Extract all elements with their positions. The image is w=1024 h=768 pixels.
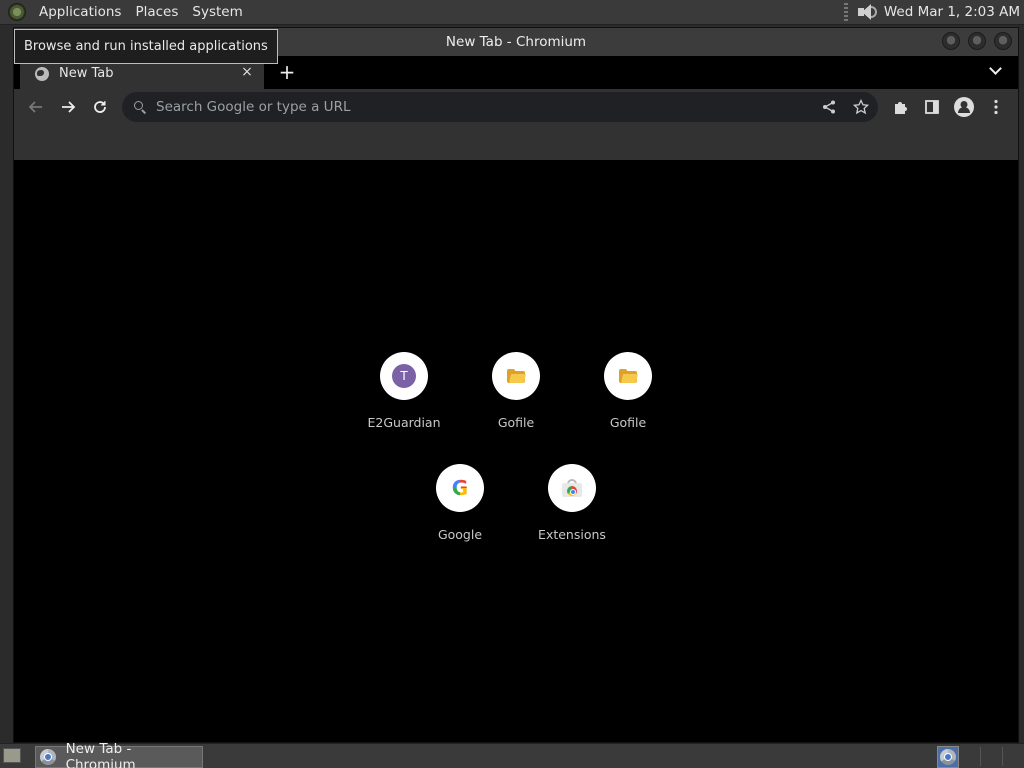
volume-icon[interactable] <box>856 3 877 21</box>
shortcut-icon-circle: T <box>380 352 428 400</box>
workspace-divider <box>1002 747 1003 766</box>
shortcut-tile[interactable]: T E2Guardian <box>356 352 452 452</box>
applications-menu-icon[interactable] <box>8 3 26 21</box>
panel-tray: Wed Mar 1, 2:03 AM <box>843 0 1024 25</box>
shortcut-tile[interactable]: G Google <box>412 464 508 564</box>
shortcut-tile[interactable]: Extensions <box>524 464 620 564</box>
chromium-icon <box>940 749 956 765</box>
forward-arrow-icon <box>62 101 76 113</box>
panel-handle-icon[interactable] <box>843 3 848 21</box>
shortcut-tile[interactable]: Gofile <box>580 352 676 452</box>
search-icon <box>134 101 146 113</box>
shortcut-icon-circle <box>548 464 596 512</box>
shortcut-label: Gofile <box>497 415 535 430</box>
folder-icon <box>507 369 526 383</box>
folder-icon <box>619 369 638 383</box>
top-panel: Applications Places System Wed Mar 1, 2:… <box>0 0 1024 25</box>
profile-avatar-icon[interactable] <box>953 96 975 118</box>
menu-kebab-icon[interactable] <box>985 96 1007 118</box>
show-desktop-icon[interactable] <box>3 748 21 763</box>
minimize-button[interactable] <box>942 32 960 50</box>
close-tab-icon[interactable]: × <box>238 63 256 81</box>
forward-button[interactable] <box>56 95 80 119</box>
bookmark-star-icon[interactable] <box>850 96 872 118</box>
tab-label: New Tab <box>59 66 114 81</box>
new-tab-button[interactable]: + <box>276 61 298 83</box>
globe-icon <box>35 66 49 81</box>
bottom-panel: New Tab - Chromium <box>0 741 1024 768</box>
extensions-puzzle-icon[interactable] <box>889 96 911 118</box>
chrome-web-store-icon <box>562 479 582 497</box>
reload-button[interactable] <box>88 95 112 119</box>
toolbar: Search Google or type a URL <box>14 89 1018 125</box>
new-tab-page: T E2Guardian Gofile Gofile G Google Exte… <box>14 160 1018 742</box>
shortcut-tile[interactable]: Gofile <box>468 352 564 452</box>
shortcut-label: Gofile <box>609 415 647 430</box>
shortcut-icon-circle <box>604 352 652 400</box>
close-window-button[interactable] <box>994 32 1012 50</box>
shortcut-label: Extensions <box>538 527 606 542</box>
taskbar-window-label: New Tab - Chromium <box>65 741 136 768</box>
shortcut-label: E2Guardian <box>367 415 441 430</box>
menu-system[interactable]: System <box>185 0 249 25</box>
address-placeholder: Search Google or type a URL <box>156 99 351 115</box>
shortcut-icon-circle <box>492 352 540 400</box>
omnibox-actions <box>818 96 872 118</box>
share-icon[interactable] <box>818 96 840 118</box>
maximize-button[interactable] <box>968 32 986 50</box>
clock[interactable]: Wed Mar 1, 2:03 AM <box>884 4 1024 20</box>
letter-icon: T <box>392 364 416 388</box>
google-icon: G <box>451 476 469 500</box>
reload-icon <box>94 101 106 113</box>
side-panel-icon[interactable] <box>921 96 943 118</box>
back-arrow-icon <box>28 101 42 113</box>
bookmarks-bar <box>14 125 1018 161</box>
shortcut-label: Google <box>437 527 483 542</box>
chromium-icon <box>40 749 56 765</box>
shortcut-icon-circle: G <box>436 464 484 512</box>
back-button[interactable] <box>24 95 48 119</box>
menu-places[interactable]: Places <box>128 0 185 25</box>
menu-applications[interactable]: Applications <box>32 0 128 25</box>
tab-search-chevron-icon[interactable] <box>988 63 1004 79</box>
window-controls <box>942 32 1012 50</box>
browser-window: New Tab - Chromium New Tab × + Search Go… <box>13 27 1019 743</box>
tooltip: Browse and run installed applications <box>14 29 278 64</box>
address-bar[interactable]: Search Google or type a URL <box>122 92 878 122</box>
workspace-chromium-icon[interactable] <box>937 746 959 768</box>
workspace-divider <box>980 747 981 766</box>
taskbar-window-button[interactable]: New Tab - Chromium <box>35 741 203 768</box>
